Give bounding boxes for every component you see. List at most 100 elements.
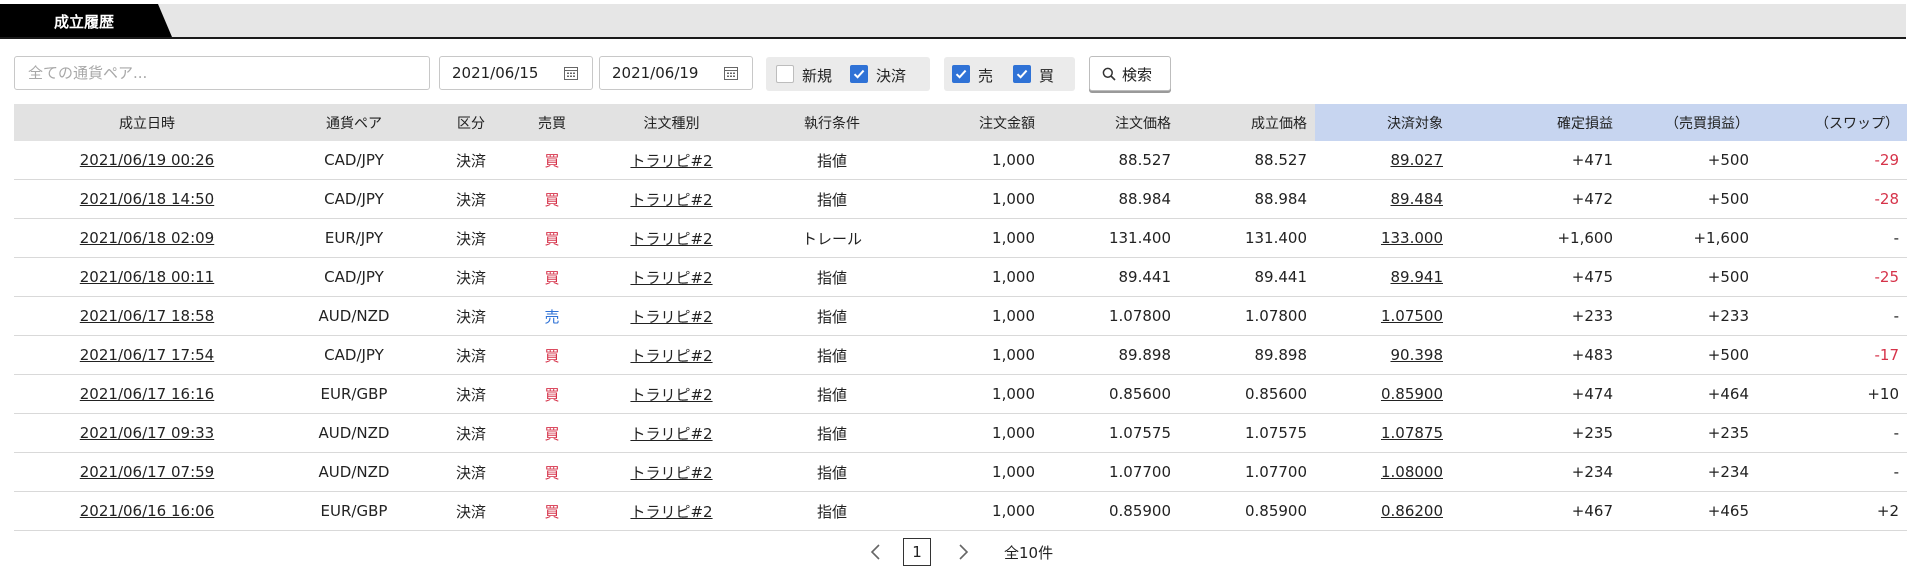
- cell-datetime[interactable]: 2021/06/17 09:33: [14, 413, 280, 453]
- cell-fill-price: 0.85900: [1179, 491, 1315, 531]
- cell-fill-price: 1.07800: [1179, 296, 1315, 336]
- cell-target[interactable]: 89.027: [1315, 141, 1451, 180]
- cell-pair: AUD/NZD: [280, 452, 428, 492]
- col-header-datetime[interactable]: 成立日時: [14, 104, 280, 141]
- cell-condition: 指値: [753, 335, 911, 375]
- cell-swap: -: [1757, 218, 1907, 258]
- cell-order-price: 131.400: [1043, 218, 1179, 258]
- cell-order-type[interactable]: トラリピ#2: [590, 141, 753, 180]
- col-header-fill-price[interactable]: 成立価格: [1179, 104, 1315, 141]
- date-to-field[interactable]: 2021/06/19: [599, 56, 753, 90]
- tab-execution-history[interactable]: 成立履歴: [0, 4, 172, 37]
- col-header-trade-pnl[interactable]: （売買損益）: [1621, 104, 1757, 141]
- table-row: 2021/06/17 07:59 AUD/NZD 決済買トラリピ#2 指値 1,000 1…: [14, 452, 1907, 492]
- kind-filter-group: 新規 決済: [766, 57, 930, 91]
- table-row: 2021/06/18 02:09 EUR/JPY 決済買トラリピ#2 トレール 1,00…: [14, 218, 1907, 258]
- table-row: 2021/06/18 00:11 CAD/JPY 決済買トラリピ#2 指値 1,000 8…: [14, 257, 1907, 297]
- cell-order-type[interactable]: トラリピ#2: [590, 413, 753, 453]
- cell-condition: 指値: [753, 141, 911, 180]
- cell-target[interactable]: 133.000: [1315, 218, 1451, 258]
- cell-target[interactable]: 1.08000: [1315, 452, 1451, 492]
- chevron-right-icon[interactable]: [955, 543, 971, 561]
- cell-swap: -28: [1757, 179, 1907, 219]
- cell-amount: 1,000: [911, 218, 1043, 258]
- cell-datetime[interactable]: 2021/06/17 17:54: [14, 335, 280, 375]
- search-button[interactable]: 検索: [1089, 56, 1171, 91]
- cell-datetime[interactable]: 2021/06/16 16:06: [14, 491, 280, 531]
- cell-amount: 1,000: [911, 491, 1043, 531]
- cell-order-type[interactable]: トラリピ#2: [590, 452, 753, 492]
- calendar-icon[interactable]: [564, 66, 578, 80]
- cell-target[interactable]: 89.941: [1315, 257, 1451, 297]
- cell-swap: -25: [1757, 257, 1907, 297]
- cell-target[interactable]: 90.398: [1315, 335, 1451, 375]
- table-row: 2021/06/16 16:06 EUR/GBP 決済買トラリピ#2 指値 1,000 0…: [14, 491, 1907, 531]
- col-header-pnl[interactable]: 確定損益: [1451, 104, 1621, 141]
- cell-order-price: 88.527: [1043, 141, 1179, 180]
- cell-trade-pnl: +465: [1621, 491, 1757, 531]
- col-header-order-price[interactable]: 注文価格: [1043, 104, 1179, 141]
- cell-order-type[interactable]: トラリピ#2: [590, 335, 753, 375]
- cell-side: 買: [514, 452, 590, 492]
- cell-fill-price: 131.400: [1179, 218, 1315, 258]
- sell-checkbox[interactable]: [952, 65, 970, 83]
- cell-order-type[interactable]: トラリピ#2: [590, 491, 753, 531]
- chevron-left-icon[interactable]: [868, 543, 884, 561]
- col-header-order-type[interactable]: 注文種別: [590, 104, 753, 141]
- cell-kind: 決済: [428, 335, 514, 375]
- cell-pair: CAD/JPY: [280, 335, 428, 375]
- cell-order-price: 1.07700: [1043, 452, 1179, 492]
- cell-order-type[interactable]: トラリピ#2: [590, 218, 753, 258]
- cell-order-type[interactable]: トラリピ#2: [590, 179, 753, 219]
- cell-datetime[interactable]: 2021/06/18 00:11: [14, 257, 280, 297]
- cell-condition: 指値: [753, 179, 911, 219]
- cell-condition: 指値: [753, 452, 911, 492]
- cell-target[interactable]: 1.07500: [1315, 296, 1451, 336]
- cell-datetime[interactable]: 2021/06/18 02:09: [14, 218, 280, 258]
- col-header-side[interactable]: 売買: [514, 104, 590, 141]
- cell-datetime[interactable]: 2021/06/17 07:59: [14, 452, 280, 492]
- cell-kind: 決済: [428, 218, 514, 258]
- cell-side: 買: [514, 413, 590, 453]
- col-header-kind[interactable]: 区分: [428, 104, 514, 141]
- cell-side: 売: [514, 296, 590, 336]
- settle-label: 決済: [876, 67, 907, 85]
- side-filter-group: 売 買: [944, 57, 1075, 91]
- cell-side: 買: [514, 257, 590, 297]
- cell-order-price: 89.898: [1043, 335, 1179, 375]
- cell-pnl: +472: [1451, 179, 1621, 219]
- cell-pair: AUD/NZD: [280, 413, 428, 453]
- cell-datetime[interactable]: 2021/06/17 18:58: [14, 296, 280, 336]
- cell-order-type[interactable]: トラリピ#2: [590, 257, 753, 297]
- cell-target[interactable]: 0.85900: [1315, 374, 1451, 414]
- col-header-target[interactable]: 決済対象: [1315, 104, 1451, 141]
- cell-datetime[interactable]: 2021/06/19 00:26: [14, 141, 280, 180]
- new-checkbox[interactable]: [776, 65, 794, 83]
- col-header-pair[interactable]: 通貨ペア: [280, 104, 428, 141]
- cell-target[interactable]: 0.86200: [1315, 491, 1451, 531]
- cell-order-price: 0.85900: [1043, 491, 1179, 531]
- col-header-amount[interactable]: 注文金額: [911, 104, 1043, 141]
- cell-side: 買: [514, 491, 590, 531]
- cell-target[interactable]: 1.07875: [1315, 413, 1451, 453]
- currency-pair-input[interactable]: [14, 56, 430, 90]
- cell-datetime[interactable]: 2021/06/17 16:16: [14, 374, 280, 414]
- col-header-swap[interactable]: （スワップ）: [1757, 104, 1907, 141]
- date-from-field[interactable]: 2021/06/15: [439, 56, 593, 90]
- settle-checkbox[interactable]: [850, 65, 868, 83]
- calendar-icon[interactable]: [724, 66, 738, 80]
- cell-trade-pnl: +235: [1621, 413, 1757, 453]
- cell-side: 買: [514, 141, 590, 180]
- cell-condition: 指値: [753, 413, 911, 453]
- cell-amount: 1,000: [911, 335, 1043, 375]
- new-label: 新規: [802, 67, 833, 85]
- buy-checkbox[interactable]: [1013, 65, 1031, 83]
- cell-amount: 1,000: [911, 452, 1043, 492]
- cell-datetime[interactable]: 2021/06/18 14:50: [14, 179, 280, 219]
- cell-pnl: +233: [1451, 296, 1621, 336]
- cell-order-type[interactable]: トラリピ#2: [590, 374, 753, 414]
- col-header-condition[interactable]: 執行条件: [753, 104, 911, 141]
- page-number-current[interactable]: 1: [903, 538, 931, 566]
- cell-target[interactable]: 89.484: [1315, 179, 1451, 219]
- cell-order-type[interactable]: トラリピ#2: [590, 296, 753, 336]
